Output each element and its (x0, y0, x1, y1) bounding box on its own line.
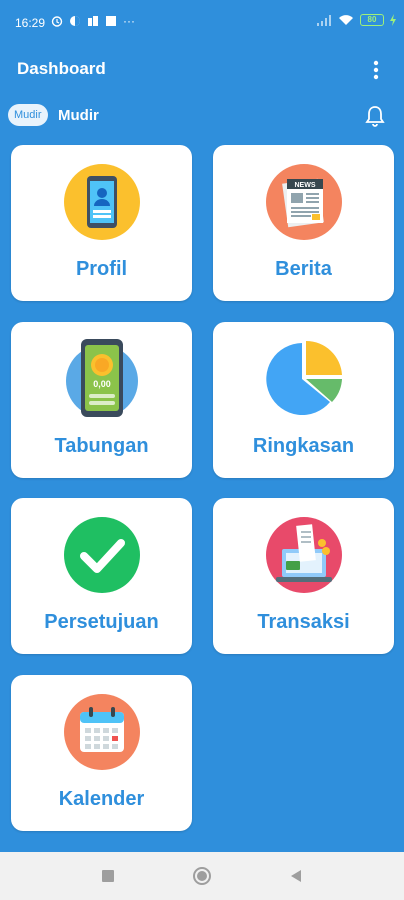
menu-card-ringkasan[interactable]: Ringkasan (213, 322, 394, 478)
back-button[interactable] (284, 864, 308, 888)
profile-phone-icon (62, 162, 142, 242)
news-icon: NEWS (264, 162, 344, 242)
menu-card-label: Kalender (58, 788, 145, 810)
approval-check-icon (62, 515, 142, 595)
menu-card-kalender[interactable]: Kalender (11, 675, 192, 831)
role-badge: Mudir (8, 104, 48, 126)
savings-wallet-icon: 0,00 (62, 339, 142, 419)
notification-square-icon (106, 16, 116, 26)
user-role-row: Mudir Mudir (0, 98, 404, 138)
circle-icon (193, 867, 211, 885)
status-bar: 16:29 ··· 80 (0, 0, 404, 44)
calendar-icon (62, 692, 142, 772)
menu-card-label: Ringkasan (252, 435, 355, 457)
battery-icon: 80 (360, 14, 384, 26)
wifi-icon (339, 15, 353, 25)
recents-button[interactable] (96, 864, 120, 888)
alarm-icon (51, 16, 63, 27)
app-bar: Dashboard (0, 44, 404, 94)
menu-card-label: Persetujuan (44, 611, 159, 633)
menu-card-label: Berita (275, 258, 332, 280)
transaction-icon (264, 515, 344, 595)
notification-shield-icon (88, 16, 98, 26)
charging-icon (390, 14, 396, 26)
more-notifications-indicator: ··· (123, 14, 135, 28)
menu-card-transaksi[interactable]: Transaksi (213, 498, 394, 654)
menu-card-persetujuan[interactable]: Persetujuan (11, 498, 192, 654)
menu-card-label: Tabungan (54, 435, 149, 457)
menu-card-tabungan[interactable]: 0,00 Tabungan (11, 322, 192, 478)
menu-card-label: Transaksi (257, 611, 350, 633)
signal-icon (317, 15, 331, 26)
savings-icon-text: 0,00 (93, 379, 111, 389)
notifications-button[interactable] (364, 104, 386, 128)
menu-card-profil[interactable]: Profil (11, 145, 192, 301)
square-icon (102, 870, 114, 882)
triangle-back-icon (291, 870, 301, 882)
system-navigation-bar (0, 852, 404, 900)
pie-chart-icon (264, 339, 344, 419)
status-right-icons: 80 (316, 14, 396, 26)
menu-card-berita[interactable]: NEWS Berita (213, 145, 394, 301)
home-button[interactable] (190, 864, 214, 888)
page-title: Dashboard (17, 59, 106, 78)
overflow-menu-button[interactable] (366, 58, 386, 82)
status-time: 16:29 (15, 16, 46, 30)
notification-app-icon (70, 16, 80, 26)
user-role-name: Mudir (58, 107, 99, 124)
more-vertical-icon (373, 60, 379, 80)
bell-icon (365, 106, 385, 127)
status-notification-icons: ··· (51, 14, 135, 28)
menu-card-label: Profil (75, 258, 128, 280)
news-icon-text: NEWS (294, 182, 315, 189)
